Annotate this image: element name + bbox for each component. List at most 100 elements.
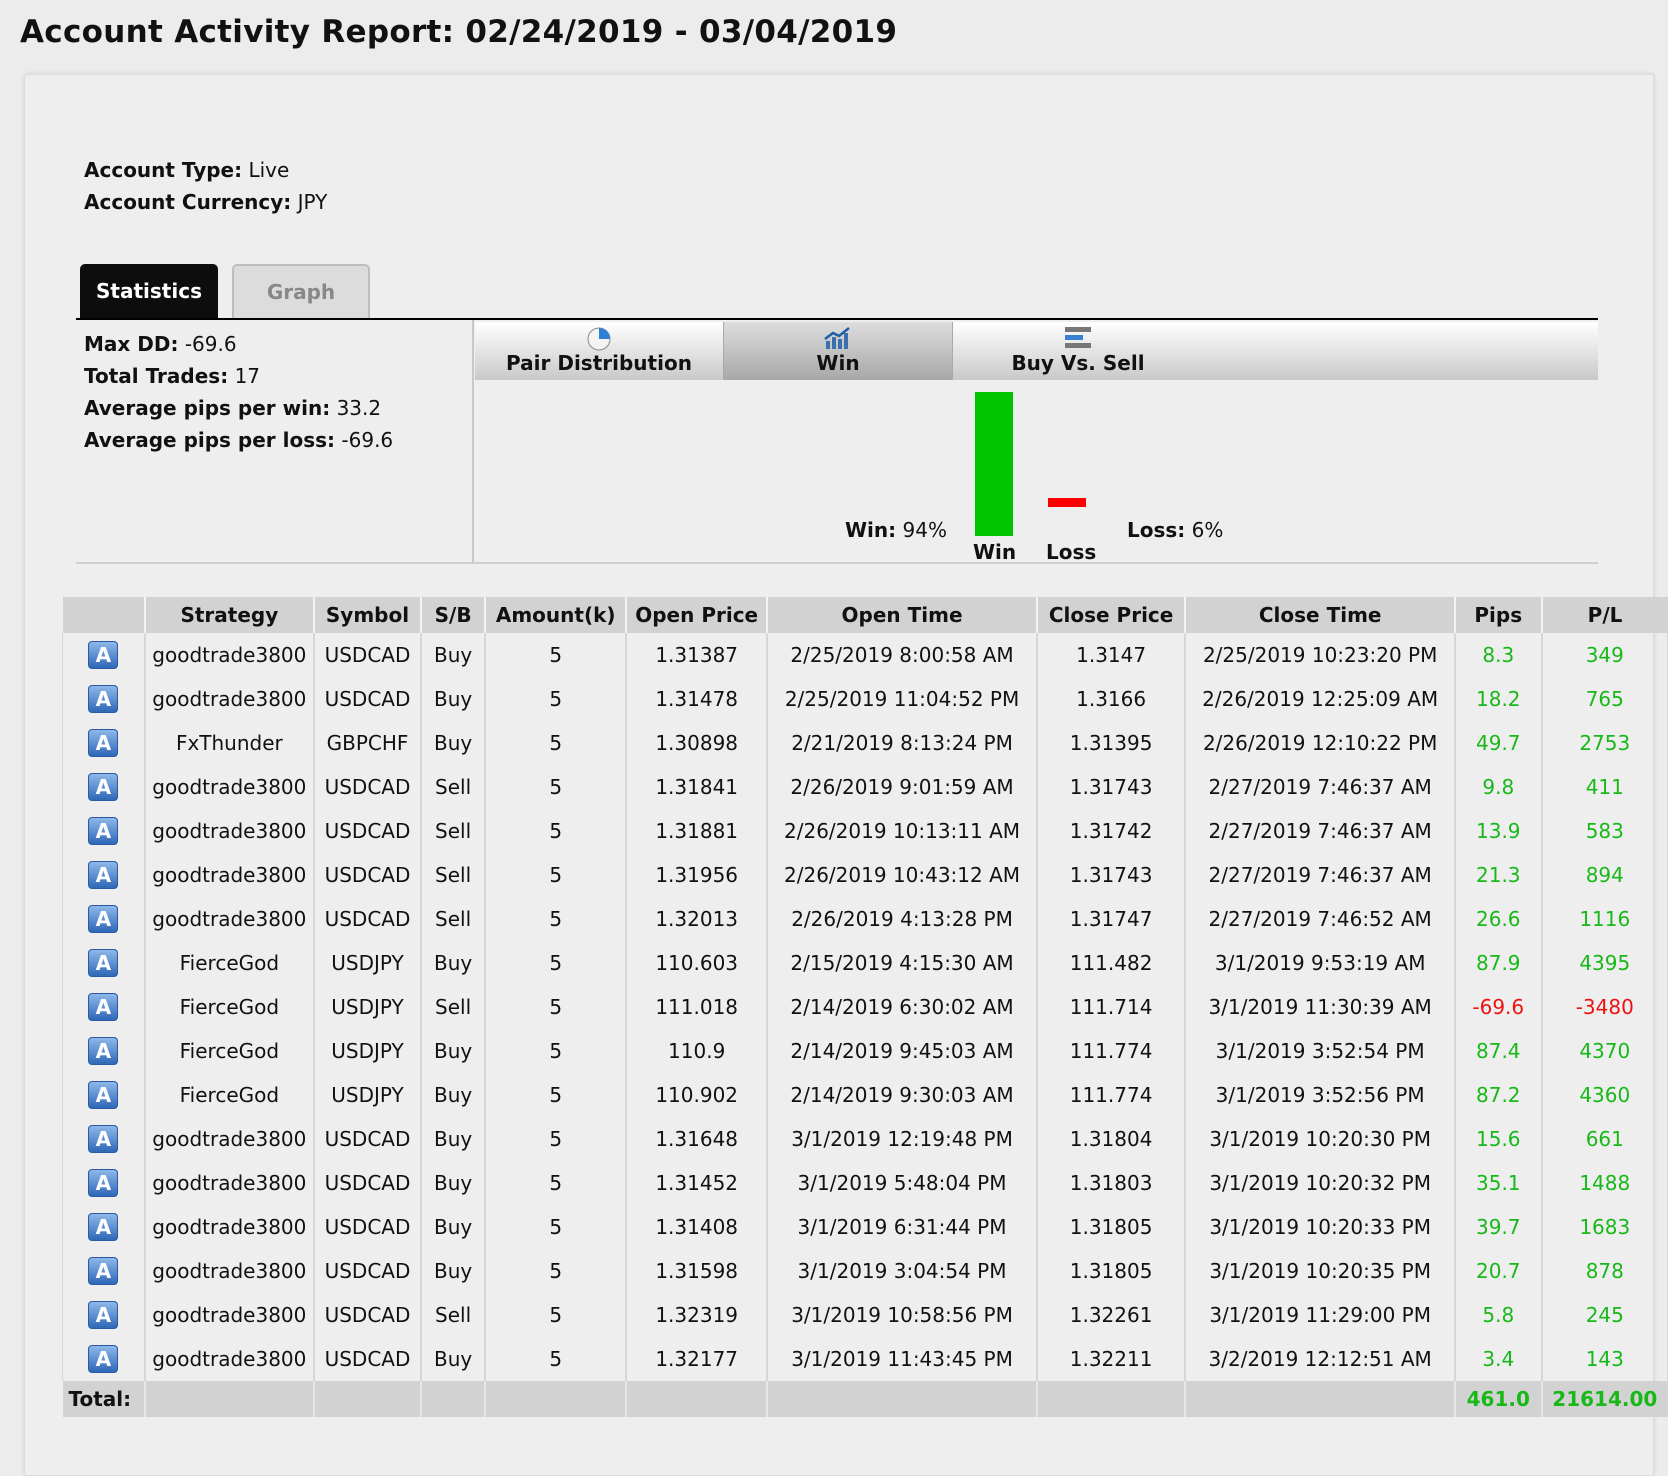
column-header[interactable]: Strategy [143, 597, 315, 633]
tab-graph[interactable]: Graph [232, 264, 370, 318]
table-cell: USDJPY [313, 941, 421, 985]
table-cell: 1.31598 [625, 1249, 768, 1293]
table-cell: 2/25/2019 8:00:58 AM [766, 633, 1037, 677]
table-row: Agoodtrade3800 USDCAD Buy 5 1.31387 2/25/2019… [61, 633, 1668, 677]
table-cell: FierceGod [143, 941, 315, 985]
table-cell: 3/1/2019 12:19:48 PM [766, 1117, 1037, 1161]
table-cell: 5 [484, 721, 627, 765]
total-pl: 21614.00 [1540, 1381, 1668, 1417]
table-cell: 9.8 [1453, 765, 1542, 809]
table-cell: 3/1/2019 3:52:54 PM [1184, 1029, 1455, 1073]
column-header[interactable]: Symbol [313, 597, 421, 633]
strategy-a-icon[interactable]: A [88, 1125, 119, 1153]
table-cell: 3/1/2019 11:30:39 AM [1184, 985, 1455, 1029]
table-cell: 1.31743 [1035, 765, 1186, 809]
total-row: Total: 461.0 21614.00 [62, 1381, 1668, 1417]
strategy-a-icon[interactable]: A [88, 861, 119, 889]
column-header[interactable]: Close Time [1184, 597, 1455, 633]
chart-tab-win[interactable]: Win [723, 322, 953, 380]
table-cell: goodtrade3800 [143, 633, 315, 677]
stats-bottom-divider [76, 562, 1598, 564]
chart-tab-buy-vs-sell[interactable]: Buy Vs. Sell [953, 322, 1203, 380]
strategy-a-icon[interactable]: A [88, 817, 119, 845]
table-cell: 111.774 [1035, 1073, 1186, 1117]
column-header[interactable]: Pips [1453, 597, 1542, 633]
table-cell: 13.9 [1453, 809, 1542, 853]
strategy-a-icon[interactable]: A [88, 905, 119, 933]
table-cell: FierceGod [143, 1073, 315, 1117]
table-cell: 21.3 [1453, 853, 1542, 897]
table-cell: 1.31881 [625, 809, 768, 853]
strategy-a-icon[interactable]: A [88, 993, 119, 1021]
chart-tab-pair-distribution[interactable]: Pair Distribution [475, 322, 723, 380]
table-cell: USDCAD [313, 765, 421, 809]
strategy-a-icon[interactable]: A [88, 949, 119, 977]
strategy-a-icon[interactable]: A [88, 1213, 119, 1241]
table-cell: 2753 [1540, 721, 1668, 765]
column-header[interactable]: Open Time [766, 597, 1037, 633]
table-cell: 3.4 [1453, 1337, 1542, 1381]
table-cell: USDCAD [313, 633, 421, 677]
account-type-value: Live [248, 158, 290, 182]
stat-value: 17 [234, 364, 261, 388]
tab-statistics[interactable]: Statistics [80, 264, 218, 318]
strategy-a-icon[interactable]: A [88, 641, 119, 669]
column-header[interactable]: S/B [419, 597, 486, 633]
account-type-label: Account Type: [84, 158, 243, 182]
table-cell: 5 [484, 809, 627, 853]
table-cell: 2/27/2019 7:46:52 AM [1184, 897, 1455, 941]
table-cell: 2/26/2019 12:10:22 PM [1184, 721, 1455, 765]
column-header[interactable]: P/L [1540, 597, 1668, 633]
strategy-a-icon[interactable]: A [88, 1257, 119, 1285]
loss-annotation: Loss: 6% [1127, 518, 1223, 542]
strategy-a-icon[interactable]: A [88, 1345, 119, 1373]
win-annotation-value: 94% [902, 518, 947, 542]
win-annotation-label: Win: [845, 518, 897, 542]
strategy-a-icon[interactable]: A [88, 773, 119, 801]
row-icon-cell: A [61, 1073, 145, 1117]
column-header[interactable]: Close Price [1035, 597, 1186, 633]
tabs-divider [76, 318, 1598, 320]
strategy-a-icon[interactable]: A [88, 685, 119, 713]
table-cell: FierceGod [143, 985, 315, 1029]
strategy-a-icon[interactable]: A [88, 1169, 119, 1197]
strategy-a-icon[interactable]: A [88, 1037, 119, 1065]
table-cell: 1.31805 [1035, 1205, 1186, 1249]
table-cell: 3/1/2019 10:20:33 PM [1184, 1205, 1455, 1249]
stat-label: Average pips per loss: [84, 428, 336, 452]
table-cell: 1.31452 [625, 1161, 768, 1205]
table-cell: 349 [1540, 633, 1668, 677]
table-cell: 3/1/2019 5:48:04 PM [766, 1161, 1037, 1205]
total-empty-cell [313, 1381, 421, 1417]
table-cell: USDCAD [313, 1205, 421, 1249]
table-cell: USDCAD [313, 809, 421, 853]
table-cell: 878 [1540, 1249, 1668, 1293]
strategy-a-icon[interactable]: A [88, 1081, 119, 1109]
row-icon-cell: A [61, 765, 145, 809]
table-cell: 1.3147 [1035, 633, 1186, 677]
table-row: A FierceGod USDJPY Sell 5 111.018 2/14/2019 6:… [61, 985, 1668, 1029]
table-cell: 35.1 [1453, 1161, 1542, 1205]
trades-table: Strategy Symbol S/B Amount(k) Open Price Open… [61, 597, 1668, 1417]
column-header[interactable]: Open Price [625, 597, 768, 633]
table-cell: 2/25/2019 10:23:20 PM [1184, 633, 1455, 677]
table-cell: GBPCHF [313, 721, 421, 765]
row-icon-cell: A [61, 1293, 145, 1337]
column-header[interactable]: Amount(k) [484, 597, 627, 633]
table-cell: 49.7 [1453, 721, 1542, 765]
stat-value: 33.2 [336, 396, 382, 420]
table-cell: USDCAD [313, 1293, 421, 1337]
table-cell: 1.31804 [1035, 1117, 1186, 1161]
table-cell: 1.31387 [625, 633, 768, 677]
strategy-a-icon[interactable]: A [88, 1301, 119, 1329]
account-type: Account Type: Live [84, 158, 289, 182]
strategy-a-icon[interactable]: A [88, 729, 119, 757]
table-cell: 1488 [1540, 1161, 1668, 1205]
page-title: Account Activity Report: 02/24/2019 - 03… [20, 14, 898, 50]
column-header[interactable] [62, 597, 145, 633]
total-empty-cell [419, 1381, 486, 1417]
chart-tab-label: Buy Vs. Sell [1011, 351, 1145, 375]
loss-annotation-label: Loss: [1127, 518, 1186, 542]
table-cell: 111.714 [1035, 985, 1186, 1029]
account-currency-value: JPY [297, 190, 328, 214]
